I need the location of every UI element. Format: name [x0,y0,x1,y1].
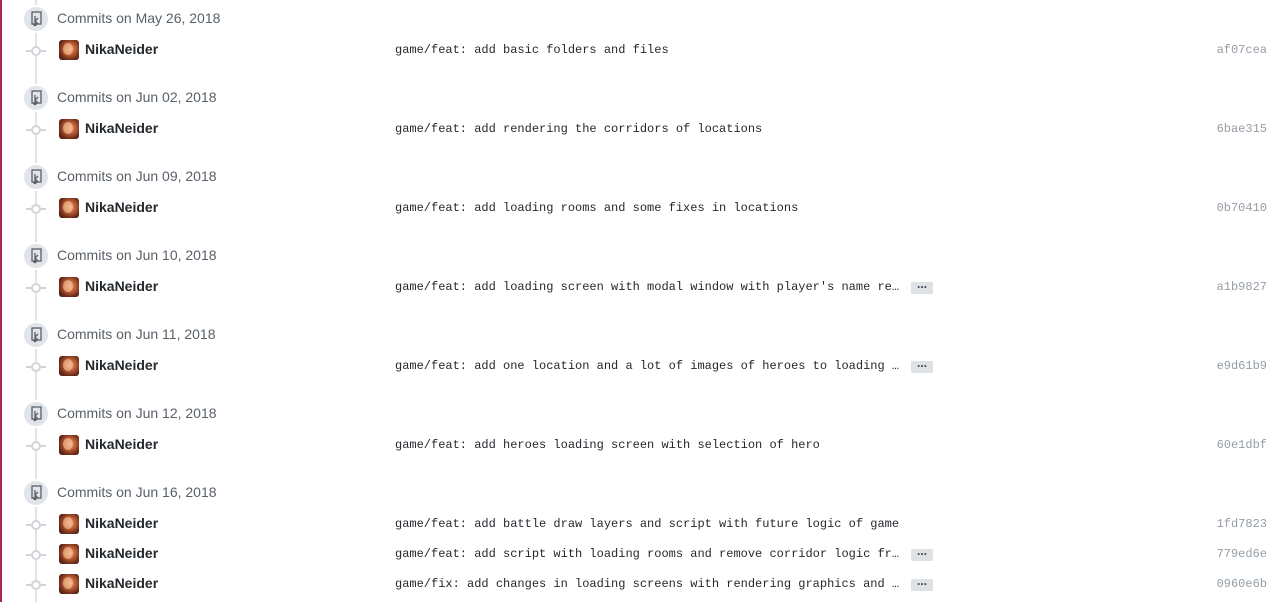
commit-group-date: Commits on Jun 11, 2018 [57,326,216,342]
commit-group-header: Commits on Jun 02, 2018 [0,84,1287,112]
commit-history-page: Commits on May 26, 2018 NikaNeider game/fe… [0,0,1287,602]
commit-message-link[interactable]: game/feat: add battle draw layers and sc… [395,517,899,531]
commit-node-icon [31,204,41,214]
commit-author-link[interactable]: NikaNeider [85,41,158,57]
avatar[interactable] [59,544,79,564]
commit-message-link[interactable]: game/fix: add changes in loading screens… [395,577,899,591]
commit-author-link[interactable]: NikaNeider [85,545,158,561]
commit-message-link[interactable]: game/feat: add basic folders and files [395,43,669,57]
commit-node-icon [31,362,41,372]
commit-group-header: Commits on Jun 09, 2018 [0,163,1287,191]
commit-row[interactable]: NikaNeider game/feat: add rendering the c… [0,118,1287,142]
expand-message-button[interactable]: … [911,360,933,373]
commit-group-header: Commits on Jun 16, 2018 [0,479,1287,507]
commit-group-date: Commits on May 26, 2018 [57,10,221,26]
avatar[interactable] [59,40,79,60]
commit-author-link[interactable]: NikaNeider [85,575,158,591]
commit-node-icon [31,441,41,451]
commit-row[interactable]: NikaNeider game/feat: add basic folders a… [0,39,1287,63]
commit-node-icon [31,550,41,560]
avatar[interactable] [59,119,79,139]
commit-group-date: Commits on Jun 10, 2018 [57,247,217,263]
commit-sha-link[interactable]: 60e1dbf [1217,438,1267,452]
commit-author-link[interactable]: NikaNeider [85,199,158,215]
commit-sha-link[interactable]: e9d61b9 [1217,359,1267,373]
commit-author-link[interactable]: NikaNeider [85,515,158,531]
commit-group-date: Commits on Jun 02, 2018 [57,89,217,105]
commit-author-link[interactable]: NikaNeider [85,120,158,136]
commit-message-link[interactable]: game/feat: add rendering the corridors o… [395,122,762,136]
commit-author-link[interactable]: NikaNeider [85,278,158,294]
commit-message-link[interactable]: game/feat: add heroes loading screen wit… [395,438,820,452]
commit-author-link[interactable]: NikaNeider [85,436,158,452]
commit-node-icon [31,125,41,135]
commit-row[interactable]: NikaNeider game/fix: add changes in loadi… [0,573,1287,597]
commit-row[interactable]: NikaNeider game/feat: add script with loa… [0,543,1287,567]
avatar[interactable] [59,514,79,534]
commit-group-header: Commits on Jun 12, 2018 [0,400,1287,428]
commit-row[interactable]: NikaNeider game/feat: add battle draw lay… [0,513,1287,537]
commit-sha-link[interactable]: 0b70410 [1217,201,1267,215]
commit-group-date: Commits on Jun 09, 2018 [57,168,217,184]
expand-message-button[interactable]: … [911,548,933,561]
commit-author-link[interactable]: NikaNeider [85,357,158,373]
commit-row[interactable]: NikaNeider game/feat: add loading screen … [0,276,1287,300]
git-commit-group-icon [22,400,50,428]
commit-node-icon [31,580,41,590]
commit-sha-link[interactable]: 0960e6b [1217,577,1267,591]
git-commit-group-icon [22,5,50,33]
avatar[interactable] [59,574,79,594]
commit-message-link[interactable]: game/feat: add loading screen with modal… [395,280,899,294]
commit-sha-link[interactable]: a1b9827 [1217,280,1267,294]
commit-sha-link[interactable]: af07cea [1217,43,1267,57]
commit-message-link[interactable]: game/feat: add loading rooms and some fi… [395,201,798,215]
git-commit-group-icon [22,321,50,349]
commit-sha-link[interactable]: 1fd7823 [1217,517,1267,531]
avatar[interactable] [59,198,79,218]
expand-message-button[interactable]: … [911,578,933,591]
avatar[interactable] [59,435,79,455]
git-commit-group-icon [22,163,50,191]
commit-node-icon [31,46,41,56]
commit-message-link[interactable]: game/feat: add script with loading rooms… [395,547,899,561]
expand-message-button[interactable]: … [911,281,933,294]
git-commit-group-icon [22,242,50,270]
git-commit-group-icon [22,479,50,507]
commit-group-date: Commits on Jun 12, 2018 [57,405,217,421]
commit-group-header: Commits on May 26, 2018 [0,5,1287,33]
commit-row[interactable]: NikaNeider game/feat: add loading rooms a… [0,197,1287,221]
avatar[interactable] [59,356,79,376]
commit-sha-link[interactable]: 6bae315 [1217,122,1267,136]
commit-group-date: Commits on Jun 16, 2018 [57,484,217,500]
git-commit-group-icon [22,84,50,112]
commit-sha-link[interactable]: 779ed6e [1217,547,1267,561]
commit-group-header: Commits on Jun 11, 2018 [0,321,1287,349]
commit-node-icon [31,283,41,293]
avatar[interactable] [59,277,79,297]
commit-row[interactable]: NikaNeider game/feat: add heroes loading … [0,434,1287,458]
commit-node-icon [31,520,41,530]
commit-row[interactable]: NikaNeider game/feat: add one location an… [0,355,1287,379]
commit-group-header: Commits on Jun 10, 2018 [0,242,1287,270]
commit-message-link[interactable]: game/feat: add one location and a lot of… [395,359,899,373]
